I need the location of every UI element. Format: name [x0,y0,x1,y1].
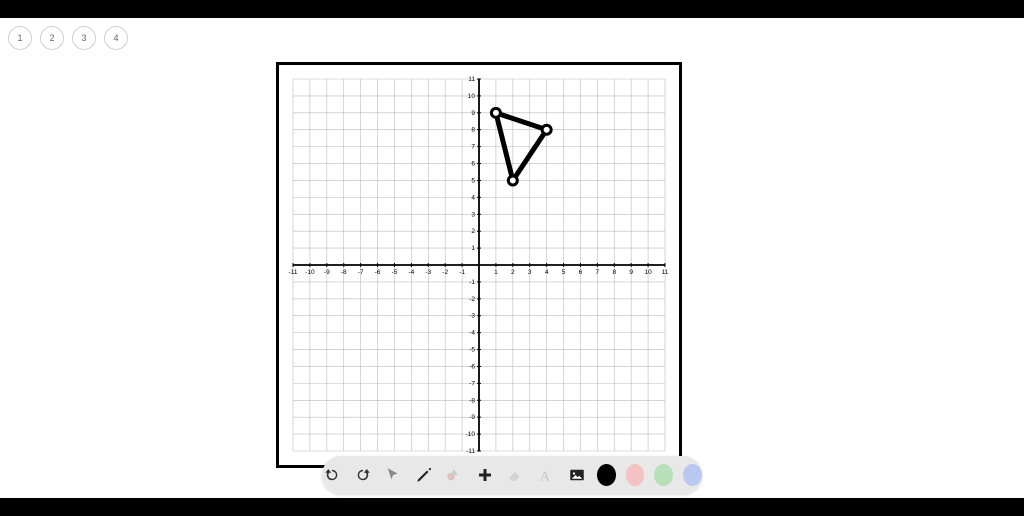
svg-text:A: A [540,468,550,483]
svg-text:-4: -4 [469,330,475,337]
svg-text:-5: -5 [469,347,475,354]
grid-svg[interactable]: -11-10-9-8-7-6-5-4-3-2-11234567891011-11… [279,65,679,465]
shapes-icon [445,466,463,484]
svg-text:9: 9 [629,269,633,276]
letterbox-top [0,0,1024,18]
page-button-2[interactable]: 2 [40,26,64,50]
shapes-button[interactable] [444,463,465,487]
svg-text:6: 6 [471,161,475,168]
svg-text:-7: -7 [469,380,475,387]
undo-button[interactable] [322,463,343,487]
eraser-icon [506,466,524,484]
letterbox-bottom [0,498,1024,516]
svg-text:-10: -10 [305,269,315,276]
plus-icon [476,466,494,484]
svg-text:1: 1 [471,245,475,252]
svg-text:-8: -8 [341,269,347,276]
svg-text:-6: -6 [469,363,475,370]
svg-text:-10: -10 [466,431,476,438]
svg-text:7: 7 [471,144,475,151]
page-button-4[interactable]: 4 [104,26,128,50]
svg-text:11: 11 [468,76,475,83]
redo-button[interactable] [353,463,374,487]
svg-text:-5: -5 [392,269,398,276]
redo-icon [354,466,372,484]
add-button[interactable] [475,463,496,487]
svg-text:2: 2 [471,228,475,235]
svg-text:-1: -1 [459,269,465,276]
svg-text:1: 1 [494,269,498,276]
svg-text:-2: -2 [469,296,475,303]
cursor-icon [384,466,402,484]
svg-text:10: 10 [468,93,476,100]
svg-text:11: 11 [662,269,669,276]
page-button-3[interactable]: 3 [72,26,96,50]
svg-text:-11: -11 [289,269,298,276]
svg-text:-6: -6 [375,269,381,276]
svg-text:3: 3 [471,211,475,218]
image-icon [568,466,586,484]
page-navigation: 1 2 3 4 [8,26,128,50]
image-button[interactable] [566,463,587,487]
svg-text:-3: -3 [469,313,475,320]
svg-text:8: 8 [471,127,475,134]
svg-text:-2: -2 [442,269,448,276]
svg-text:9: 9 [471,110,475,117]
svg-text:-9: -9 [324,269,330,276]
svg-text:4: 4 [471,194,475,201]
svg-text:3: 3 [528,269,532,276]
svg-text:-11: -11 [466,448,475,455]
svg-text:2: 2 [511,269,515,276]
pencil-icon [415,466,433,484]
erase-button[interactable] [505,463,526,487]
color-black[interactable] [597,464,616,486]
coordinate-grid[interactable]: -11-10-9-8-7-6-5-4-3-2-11234567891011-11… [276,62,682,468]
svg-text:7: 7 [596,269,600,276]
color-blue[interactable] [683,464,702,486]
text-icon: A [537,466,555,484]
svg-text:8: 8 [612,269,616,276]
svg-text:-9: -9 [469,414,475,421]
text-button[interactable]: A [536,463,557,487]
page-button-1[interactable]: 1 [8,26,32,50]
svg-text:-3: -3 [425,269,431,276]
svg-text:-4: -4 [408,269,414,276]
svg-text:-8: -8 [469,397,475,404]
svg-text:-7: -7 [358,269,364,276]
color-pink[interactable] [626,464,645,486]
svg-text:5: 5 [562,269,566,276]
svg-text:5: 5 [471,177,475,184]
color-green[interactable] [654,464,673,486]
undo-icon [323,466,341,484]
drawing-toolbar: A [322,456,702,494]
svg-text:-1: -1 [469,279,475,286]
svg-text:6: 6 [579,269,583,276]
select-button[interactable] [383,463,404,487]
svg-text:4: 4 [545,269,549,276]
pencil-button[interactable] [414,463,435,487]
svg-text:10: 10 [644,269,652,276]
